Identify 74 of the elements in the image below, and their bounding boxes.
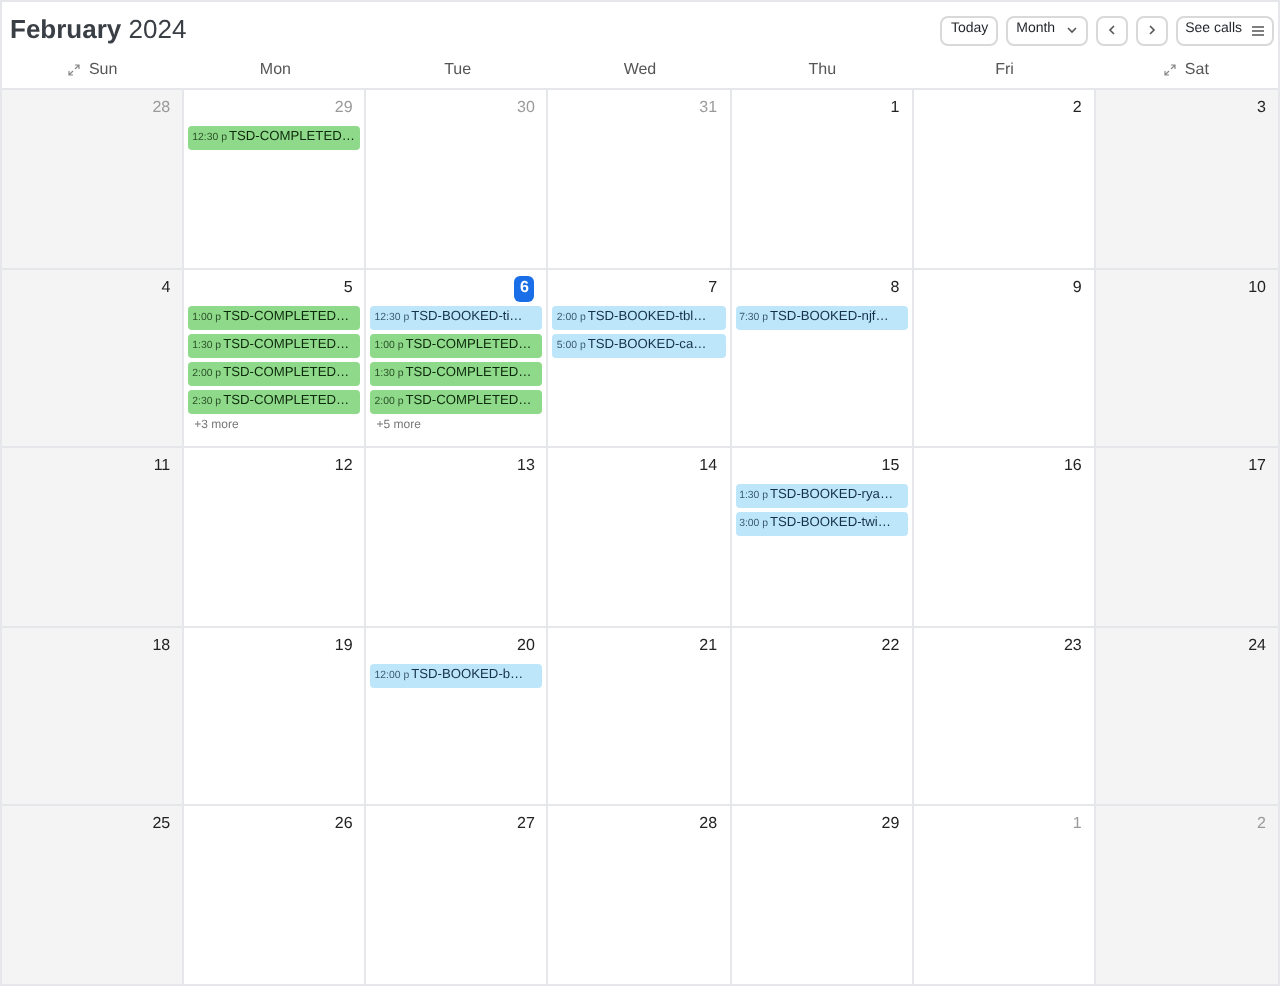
next-button[interactable] <box>1135 15 1168 45</box>
menu-icon <box>1252 25 1264 35</box>
day-cell[interactable]: 11 <box>2 448 185 628</box>
day-cell[interactable]: 29 <box>731 806 914 986</box>
day-number: 7 <box>708 275 718 300</box>
day-number: 31 <box>699 96 718 120</box>
weekday-label: Sun <box>88 57 118 81</box>
day-number: 26 <box>334 812 353 837</box>
day-number: 15 <box>881 454 900 479</box>
weekday-label: Sat <box>1184 57 1209 81</box>
day-number: 4 <box>161 275 171 300</box>
day-number: 27 <box>517 812 535 837</box>
day-number: 11 <box>153 454 171 479</box>
day-number: 8 <box>890 275 900 300</box>
day-cell[interactable]: 24 <box>1095 627 1278 807</box>
day-cell[interactable]: 1 <box>731 90 914 270</box>
day-number: 3 <box>1257 96 1266 120</box>
day-cell[interactable]: 18 <box>2 627 185 807</box>
day-cell[interactable]: 22 <box>731 627 914 807</box>
day-number: 2 <box>1257 812 1266 837</box>
weekday-label: Thu <box>808 57 837 81</box>
day-number: 1 <box>890 96 900 120</box>
weekday-label: Tue <box>444 57 472 81</box>
day-number: 25 <box>152 812 171 837</box>
day-cell[interactable]: 12 <box>184 448 367 628</box>
chevron-left-icon <box>1107 24 1116 36</box>
day-number: 14 <box>699 454 718 479</box>
day-cell[interactable]: 10 <box>1095 269 1278 449</box>
day-number: 5 <box>343 275 353 300</box>
weekday-label: Mon <box>259 57 291 81</box>
day-cell[interactable]: 14 <box>548 448 732 628</box>
day-number: 12 <box>334 454 353 479</box>
day-number: 29 <box>334 96 353 120</box>
day-cell[interactable]: 4 <box>2 269 185 449</box>
day-cell[interactable]: 19 <box>184 627 367 807</box>
day-number: 28 <box>699 812 718 837</box>
day-number: 2 <box>1072 96 1082 120</box>
day-cell[interactable]: 21 <box>548 627 732 807</box>
day-cell[interactable]: 28 <box>548 806 732 986</box>
day-cell[interactable]: 25 <box>2 806 185 986</box>
day-cell[interactable]: 17 <box>1095 448 1278 628</box>
weekday-label: Fri <box>995 57 1014 81</box>
day-cell[interactable]: 9 <box>913 269 1096 449</box>
day-number: 22 <box>881 633 900 658</box>
day-number: 10 <box>1248 275 1266 300</box>
day-cell[interactable]: 13 <box>366 448 549 628</box>
day-cell[interactable]: 16 <box>913 448 1096 628</box>
day-cell[interactable]: 26 <box>184 806 367 986</box>
expand-icon[interactable] <box>1164 63 1177 75</box>
day-number: 19 <box>334 633 353 658</box>
day-cell[interactable]: 2 <box>913 90 1096 270</box>
previous-button[interactable] <box>1095 15 1128 45</box>
day-number: 21 <box>699 633 718 658</box>
day-number: 6 <box>513 275 535 302</box>
day-number: 29 <box>881 812 900 837</box>
day-number: 17 <box>1248 454 1266 479</box>
expand-icon[interactable] <box>68 63 81 75</box>
day-cell[interactable]: 3 <box>1095 90 1278 270</box>
day-number: 23 <box>1063 633 1082 658</box>
day-number: 18 <box>152 633 171 658</box>
day-number: 9 <box>1072 275 1082 300</box>
day-number: 28 <box>152 96 171 120</box>
day-number: 1 <box>1072 812 1082 837</box>
chevron-right-icon <box>1147 24 1156 36</box>
caret-icon <box>1065 26 1078 34</box>
day-cell[interactable]: 27 <box>366 806 549 986</box>
weekday-label: Wed <box>623 57 657 81</box>
day-number: 16 <box>1063 454 1082 479</box>
day-number: 13 <box>517 454 535 479</box>
day-number: 20 <box>517 633 535 658</box>
day-number: 24 <box>1248 633 1266 658</box>
day-number: 30 <box>517 96 535 120</box>
calendar-title: February 2024 <box>10 12 187 49</box>
day-cell[interactable]: 23 <box>913 627 1096 807</box>
